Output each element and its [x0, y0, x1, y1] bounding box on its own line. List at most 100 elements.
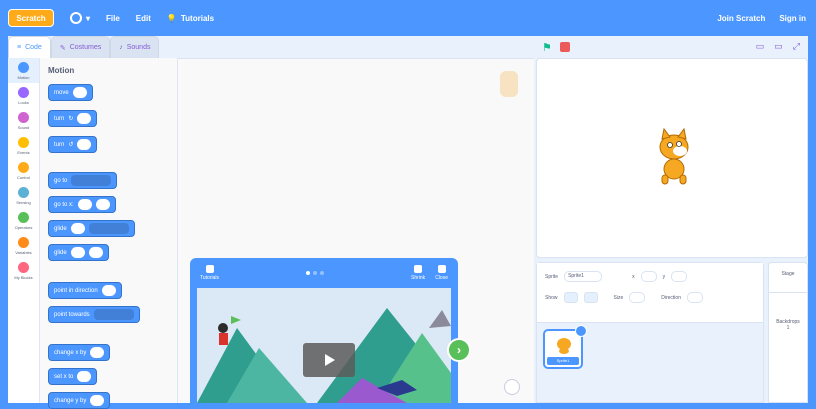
sprite-info-row: Sprite Sprite1 x y — [545, 271, 755, 282]
block-input[interactable] — [95, 199, 110, 210]
block-change-x[interactable]: change x by — [48, 344, 111, 361]
block-input[interactable] — [72, 87, 87, 98]
sign-in-link[interactable]: Sign in — [779, 14, 806, 23]
block-dropdown[interactable] — [71, 175, 112, 186]
show-eye-icon[interactable] — [563, 292, 578, 303]
tab-code-label: Code — [25, 44, 42, 51]
delete-sprite-icon[interactable] — [575, 325, 587, 337]
block-input[interactable] — [90, 347, 105, 358]
tutorial-video[interactable] — [197, 288, 451, 403]
block-glide-to[interactable]: glide — [48, 220, 135, 237]
category-sound[interactable]: Sound — [8, 108, 39, 133]
size-field[interactable] — [629, 292, 646, 303]
play-button[interactable] — [303, 343, 355, 377]
block-input[interactable] — [77, 113, 92, 124]
chevron-down-icon: ▾ — [86, 13, 91, 23]
block-go-to[interactable]: go to — [48, 172, 118, 189]
y-field[interactable] — [671, 271, 688, 282]
rotate-left-icon: ↺ — [68, 142, 74, 148]
language-menu[interactable]: ▾ — [70, 12, 90, 24]
x-field[interactable] — [640, 271, 657, 282]
brush-icon: ✎ — [59, 44, 66, 52]
editor-tabs: ≡ Code ✎ Costumes ♪ Sounds — [8, 36, 188, 58]
block-input[interactable] — [70, 223, 85, 234]
category-looks[interactable]: Looks — [8, 83, 39, 108]
block-label: change x by — [54, 349, 87, 356]
tab-sounds[interactable]: ♪ Sounds — [110, 36, 160, 58]
block-point-towards[interactable]: point towards — [48, 306, 140, 323]
sprite-info-row: Show Size Direction — [545, 292, 755, 303]
block-label: move — [54, 89, 69, 96]
block-input[interactable] — [88, 247, 103, 258]
category-my-blocks[interactable]: My Blocks — [8, 258, 39, 283]
y-label: y — [662, 273, 666, 280]
stop-icon[interactable] — [559, 42, 570, 52]
block-turn-right[interactable]: turn ↻ — [48, 110, 98, 127]
block-point-in-direction[interactable]: point in direction — [48, 282, 122, 299]
cat-sprite[interactable] — [650, 127, 698, 185]
block-input[interactable] — [101, 285, 116, 296]
block-input[interactable] — [70, 247, 85, 258]
current-sprite-thumbnail — [500, 71, 518, 97]
category-dot — [18, 111, 29, 123]
direction-field[interactable] — [686, 292, 703, 303]
block-input[interactable] — [90, 395, 105, 406]
hide-eye-icon[interactable] — [583, 292, 598, 303]
palette-title: Motion — [48, 66, 75, 75]
tutorial-progress — [306, 271, 324, 275]
tab-costumes[interactable]: ✎ Costumes — [50, 36, 111, 58]
block-glide-to-xy[interactable]: glide — [48, 244, 109, 261]
tutorial-next-button[interactable]: › — [447, 338, 471, 362]
category-events[interactable]: Events — [8, 133, 39, 158]
edit-menu[interactable]: Edit — [136, 14, 151, 23]
tutorials-icon — [205, 265, 214, 273]
category-sensing[interactable]: Sensing — [8, 183, 39, 208]
progress-dot — [306, 271, 310, 275]
category-label: Looks — [18, 99, 29, 105]
tutorials-button[interactable]: Tutorials — [200, 265, 219, 281]
block-move[interactable]: move — [48, 84, 93, 101]
green-flag-icon[interactable]: ⚑ — [542, 41, 552, 54]
speaker-icon: ♪ — [119, 44, 123, 51]
file-menu[interactable]: File — [106, 14, 120, 23]
block-label: glide — [54, 249, 67, 256]
shrink-icon — [414, 265, 423, 273]
large-stage-icon[interactable]: ▭ — [774, 41, 783, 52]
join-scratch-link[interactable]: Join Scratch — [717, 14, 765, 23]
stage-pane[interactable]: Stage Backdrops 1 — [768, 262, 808, 403]
category-dot — [18, 236, 29, 248]
block-go-to-xy[interactable]: go to x: — [48, 196, 116, 213]
category-label: My Blocks — [14, 274, 33, 280]
block-dropdown[interactable] — [88, 223, 129, 234]
close-button[interactable]: Close — [435, 265, 448, 281]
fullscreen-icon[interactable]: ⤢ — [793, 41, 800, 52]
tutorials-button-label: Tutorials — [200, 275, 219, 281]
block-input[interactable] — [77, 139, 92, 150]
category-variables[interactable]: Variables — [8, 233, 39, 258]
sprite-name-field[interactable]: Sprite1 — [564, 271, 603, 282]
block-turn-left[interactable]: turn ↺ — [48, 136, 98, 153]
category-operators[interactable]: Operators — [8, 208, 39, 233]
block-input[interactable] — [77, 371, 92, 382]
block-set-x[interactable]: set x to — [48, 368, 98, 385]
scratch-logo[interactable]: Scratch — [8, 9, 54, 27]
cat-thumbnail — [557, 338, 571, 354]
block-palette: Motion move turn ↻ turn ↺ go to go to x: g… — [40, 58, 184, 409]
globe-icon — [70, 12, 82, 24]
account-menu: Join Scratch Sign in — [717, 0, 806, 36]
block-input[interactable] — [77, 199, 92, 210]
category-control[interactable]: Control — [8, 158, 39, 183]
category-motion[interactable]: Motion — [8, 58, 39, 83]
tab-code[interactable]: ≡ Code — [8, 36, 51, 58]
stage-canvas[interactable] — [536, 58, 808, 258]
zoom-button[interactable] — [504, 379, 520, 395]
block-dropdown[interactable] — [93, 309, 134, 320]
sprite-tile[interactable]: Sprite1 — [543, 325, 587, 369]
backdrops-count: 1 — [786, 325, 790, 331]
small-stage-icon[interactable]: ▭ — [756, 41, 765, 52]
category-dot — [18, 161, 29, 173]
tutorials-menu[interactable]: 💡 Tutorials — [167, 14, 214, 23]
block-change-y[interactable]: change y by — [48, 392, 111, 409]
shrink-button[interactable]: Shrink — [411, 265, 425, 281]
category-label: Sound — [17, 124, 30, 130]
